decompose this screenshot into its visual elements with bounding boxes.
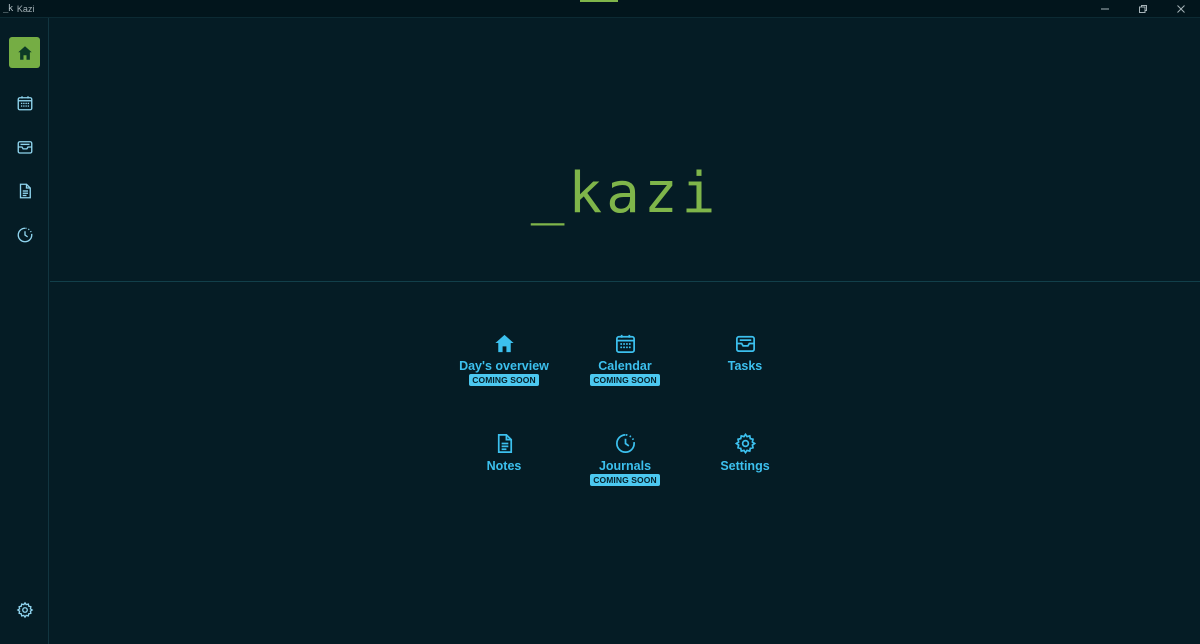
minimize-icon [1101,8,1109,10]
tiles-grid: Day's overview COMING SOON Calendar COMI… [50,18,1200,644]
inbox-icon [17,140,32,154]
tile-label: Calendar [598,359,652,373]
title-accent-bar [580,0,618,2]
coming-soon-badge: COMING SOON [469,374,539,386]
home-icon [494,334,514,353]
tile-label: Notes [486,459,522,473]
tile-label: Day's overview [459,359,549,373]
tile-days-overview[interactable]: Day's overview COMING SOON [444,332,564,412]
minimize-button[interactable] [1086,0,1124,18]
gear-icon [734,432,756,455]
title-bar: _k Kazi [0,0,1200,18]
coming-soon-badge: COMING SOON [590,374,660,386]
document-icon [19,183,31,198]
close-button[interactable] [1162,0,1200,18]
document-icon [497,434,512,453]
tile-journals[interactable]: Journals COMING SOON [565,432,685,512]
sidebar-item-home[interactable] [9,37,40,68]
window-controls [1086,0,1200,18]
calendar-icon [615,334,635,353]
restore-icon [1139,5,1147,13]
tile-label: Settings [720,459,770,473]
sidebar-item-journals[interactable] [9,219,40,250]
sidebar-item-tasks[interactable] [9,131,40,162]
sidebar [0,18,49,644]
clock-icon [615,434,635,453]
coming-soon-badge: COMING SOON [590,474,660,486]
app-logo: _k [3,3,13,14]
sidebar-item-notes[interactable] [9,175,40,206]
tile-label: Tasks [727,359,763,373]
tile-tasks[interactable]: Tasks [685,332,805,412]
clock-icon [17,227,32,242]
inbox-icon [735,335,755,353]
restore-button[interactable] [1124,0,1162,18]
tile-label: Journals [598,459,652,473]
tile-settings[interactable]: Settings [685,432,805,512]
tile-notes[interactable]: Notes [444,432,564,512]
close-icon [1177,5,1185,13]
main-content: _kazi Day's overview COMING SOON Calenda… [50,18,1200,644]
tile-calendar[interactable]: Calendar COMING SOON [565,332,685,412]
sidebar-item-settings[interactable] [9,594,40,625]
calendar-icon [17,95,32,110]
window-title: Kazi [16,3,35,14]
sidebar-item-calendar[interactable] [9,87,40,118]
gear-icon [16,601,33,618]
home-icon [17,45,32,60]
